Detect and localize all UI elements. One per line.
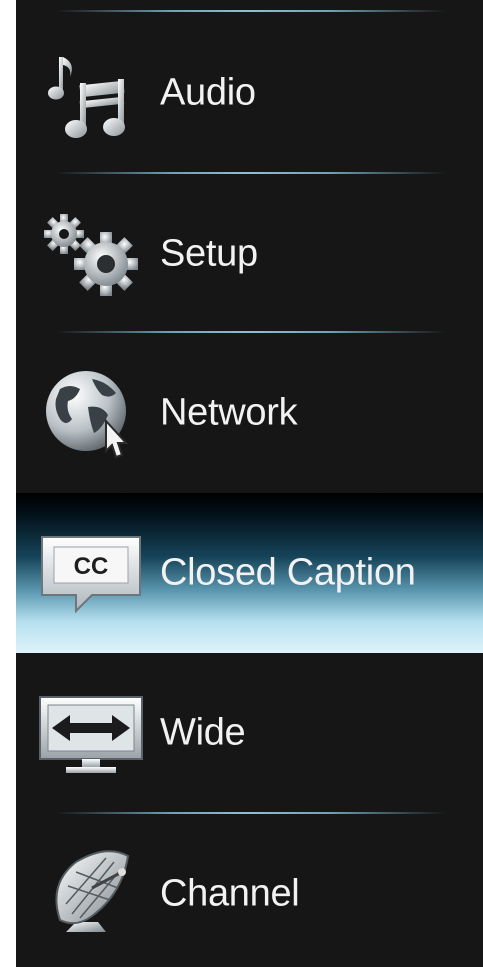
- menu-item-setup[interactable]: Setup: [16, 174, 483, 334]
- menu-item-label: Closed Caption: [160, 551, 416, 594]
- menu-item-label: Wide: [160, 711, 246, 754]
- gears-icon: [36, 204, 146, 304]
- globe-cursor-icon: [36, 363, 146, 463]
- tv-menu-panel: Audio Setup Network CC Closed Caption Wi…: [16, 0, 483, 967]
- menu-item-wide[interactable]: Wide: [16, 653, 483, 813]
- menu-item-label: Channel: [160, 872, 300, 915]
- closed-caption-icon: CC: [36, 523, 146, 623]
- cc-icon-text: CC: [74, 553, 109, 580]
- menu-item-label: Audio: [160, 71, 256, 114]
- menu-item-label: Network: [160, 391, 298, 434]
- widescreen-tv-icon: [36, 683, 146, 783]
- menu-item-closed-caption[interactable]: CC Closed Caption: [16, 493, 483, 653]
- music-note-icon: [36, 43, 146, 143]
- settings-menu: Audio Setup Network CC Closed Caption Wi…: [16, 0, 483, 967]
- menu-item-channel[interactable]: Channel: [16, 814, 483, 967]
- menu-item-audio[interactable]: Audio: [16, 13, 483, 173]
- satellite-dish-icon: [36, 844, 146, 944]
- menu-divider: [56, 10, 446, 12]
- menu-item-label: Setup: [160, 232, 258, 275]
- menu-item-network[interactable]: Network: [16, 333, 483, 493]
